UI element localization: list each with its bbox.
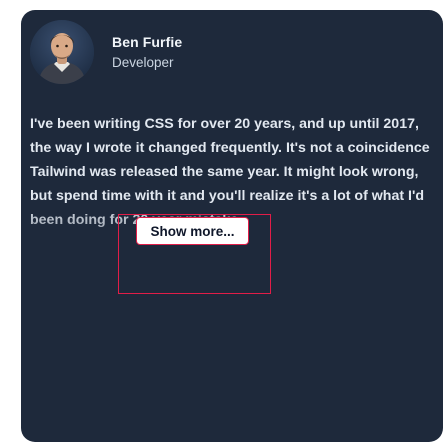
person-photo-icon bbox=[30, 20, 94, 84]
author-identity: Ben Furfie Developer bbox=[112, 33, 182, 72]
author-name: Ben Furfie bbox=[112, 33, 183, 50]
author-role: Developer bbox=[112, 54, 174, 70]
author-avatar bbox=[30, 20, 94, 84]
show-more-button[interactable]: Show more... bbox=[136, 217, 249, 245]
author-header: Ben Furfie Developer bbox=[30, 20, 182, 84]
testimonial-card: Ben Furfie Developer I've been writing C… bbox=[21, 10, 443, 442]
testimonial-text: I've been writing CSS for over 20 years,… bbox=[30, 116, 430, 228]
